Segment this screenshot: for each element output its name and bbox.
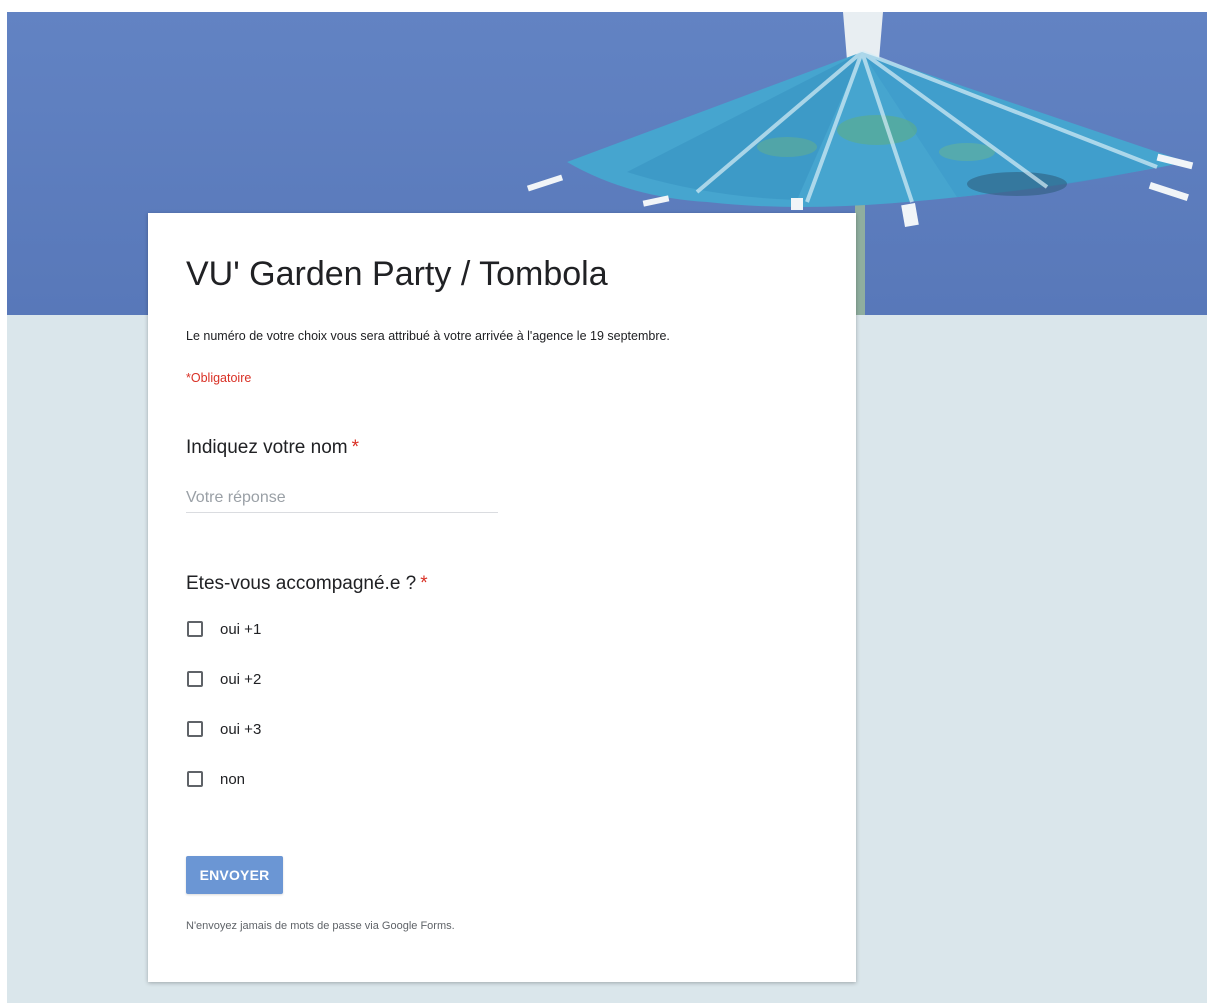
form-title: VU' Garden Party / Tombola: [186, 255, 608, 293]
option-oui-plus-2[interactable]: oui +2: [187, 668, 261, 690]
option-label: non: [220, 770, 246, 788]
checkbox-icon[interactable]: [187, 721, 203, 737]
name-input[interactable]: [186, 484, 498, 513]
checkbox-icon[interactable]: [187, 771, 203, 787]
question-name-title: Indiquez votre nom *: [186, 437, 359, 459]
question-name-label: Indiquez votre nom: [186, 437, 348, 458]
option-label: oui +3: [220, 720, 262, 738]
option-label: oui +2: [220, 670, 262, 688]
required-star: *: [420, 573, 428, 594]
option-label: oui +1: [220, 620, 262, 638]
footer-note: N'envoyez jamais de mots de passe via Go…: [186, 920, 455, 932]
option-oui-plus-3[interactable]: oui +3: [187, 718, 261, 740]
question-companion-title: Etes-vous accompagné.e ? *: [186, 573, 428, 595]
option-non[interactable]: non: [187, 768, 245, 790]
required-note: *Obligatoire: [186, 371, 252, 385]
option-oui-plus-1[interactable]: oui +1: [187, 618, 261, 640]
checkbox-icon[interactable]: [187, 671, 203, 687]
form-page: VU' Garden Party / Tombola Le numéro de …: [7, 12, 1207, 1003]
form-card: VU' Garden Party / Tombola Le numéro de …: [148, 213, 856, 982]
form-description: Le numéro de votre choix vous sera attri…: [186, 329, 670, 343]
question-companion-label: Etes-vous accompagné.e ?: [186, 573, 417, 594]
submit-button[interactable]: ENVOYER: [186, 856, 283, 894]
checkbox-icon[interactable]: [187, 621, 203, 637]
required-star: *: [351, 437, 359, 458]
